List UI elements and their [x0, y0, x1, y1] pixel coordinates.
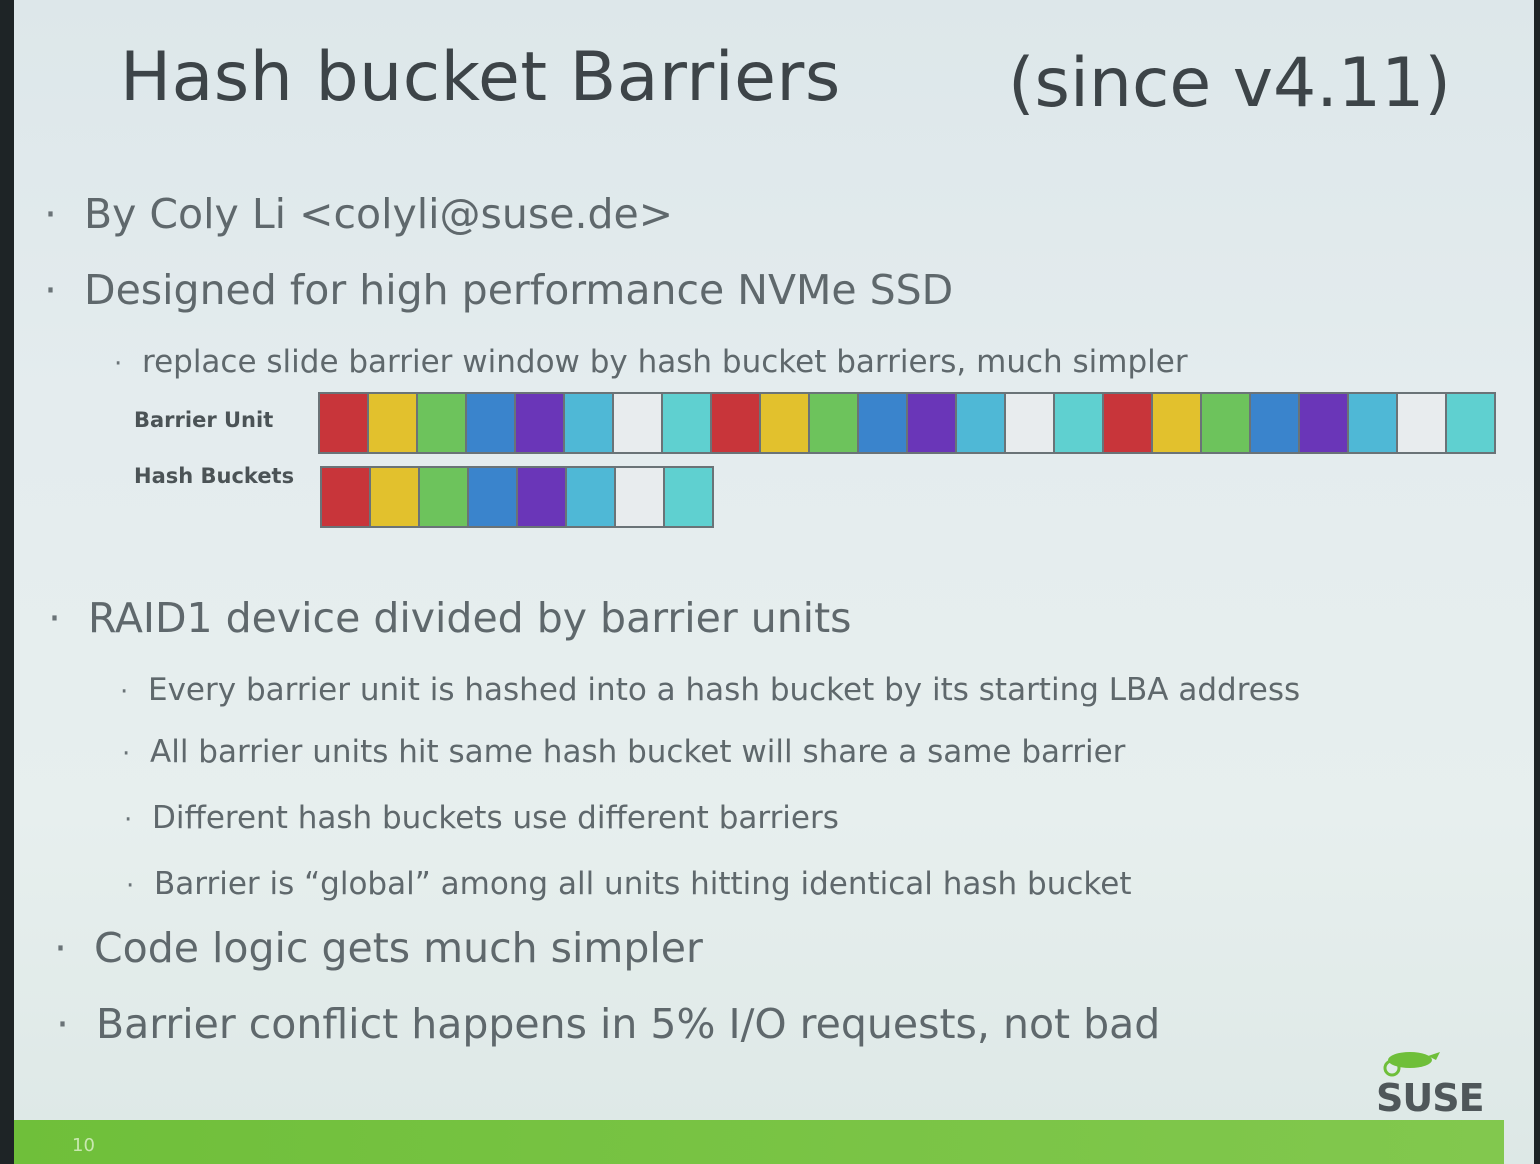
- bullet-text: All barrier units hit same hash bucket w…: [150, 734, 1126, 770]
- bullet-mark: ·: [114, 349, 123, 379]
- hash-bucket-cell: [567, 468, 614, 526]
- bullet-author: · By Coly Li <colyli@suse.de>: [44, 190, 673, 238]
- bullet-text: Designed for high performance NVMe SSD: [84, 266, 954, 314]
- bullet-mark: ·: [126, 871, 135, 901]
- bullet-mark: ·: [56, 1000, 70, 1048]
- bullet-different: · Different hash buckets use different ba…: [124, 800, 839, 836]
- bullet-text: replace slide barrier window by hash buc…: [142, 344, 1188, 380]
- barrier-unit-cell: [957, 394, 1004, 452]
- version-note: (since v4.11): [1008, 44, 1451, 123]
- bullet-mark: ·: [124, 805, 133, 835]
- barrier-unit-cell: [1447, 394, 1494, 452]
- bullet-hashed: · Every barrier unit is hashed into a has…: [120, 672, 1300, 708]
- barrier-unit-cell: [565, 394, 612, 452]
- bullet-text: Barrier is “global” among all units hitt…: [154, 866, 1132, 902]
- barrier-unit-cell: [1055, 394, 1102, 452]
- page-number: 10: [72, 1135, 95, 1156]
- bullet-mark: ·: [48, 594, 62, 642]
- barrier-unit-cell: [859, 394, 906, 452]
- bullet-replace: · replace slide barrier window by hash bu…: [114, 344, 1188, 380]
- bullet-mark: ·: [122, 739, 131, 769]
- barrier-unit-cell: [1349, 394, 1396, 452]
- hash-bucket-cell: [518, 468, 565, 526]
- bullet-mark: ·: [44, 190, 58, 238]
- bullet-text: RAID1 device divided by barrier units: [88, 594, 852, 642]
- barrier-unit-cell: [614, 394, 661, 452]
- hash-bucket-row: [320, 466, 714, 528]
- barrier-unit-row: [318, 392, 1496, 454]
- bullet-text: By Coly Li <colyli@suse.de>: [84, 190, 674, 238]
- bullet-text: Different hash buckets use different bar…: [152, 800, 839, 836]
- footer-bar: [14, 1120, 1504, 1164]
- bullet-share: · All barrier units hit same hash bucket …: [122, 734, 1125, 770]
- barrier-unit-cell: [908, 394, 955, 452]
- barrier-unit-cell: [1398, 394, 1445, 452]
- barrier-unit-cell: [1251, 394, 1298, 452]
- hash-buckets-label: Hash Buckets: [134, 464, 295, 488]
- barrier-unit-cell: [467, 394, 514, 452]
- barrier-unit-cell: [1300, 394, 1347, 452]
- bullet-raid1: · RAID1 device divided by barrier units: [48, 594, 852, 642]
- hash-bucket-cell: [469, 468, 516, 526]
- bullet-code-logic: · Code logic gets much simpler: [54, 924, 703, 972]
- bullet-text: Every barrier unit is hashed into a hash…: [148, 672, 1301, 708]
- bullet-mark: ·: [44, 266, 58, 314]
- hash-bucket-cell: [420, 468, 467, 526]
- bullet-conflict: · Barrier conflict happens in 5% I/O requ…: [56, 1000, 1160, 1048]
- barrier-unit-cell: [418, 394, 465, 452]
- bullet-mark: ·: [54, 924, 68, 972]
- hash-bucket-cell: [616, 468, 663, 526]
- hash-bucket-cell: [322, 468, 369, 526]
- hash-bucket-cell: [665, 468, 712, 526]
- barrier-unit-cell: [320, 394, 367, 452]
- bullet-global: · Barrier is “global” among all units hit…: [126, 866, 1132, 902]
- slide-title: Hash bucket Barriers: [120, 38, 841, 117]
- barrier-unit-cell: [1202, 394, 1249, 452]
- bullet-text: Barrier conflict happens in 5% I/O reque…: [96, 1000, 1161, 1048]
- barrier-unit-label: Barrier Unit: [134, 408, 274, 432]
- barrier-unit-cell: [712, 394, 759, 452]
- barrier-unit-cell: [810, 394, 857, 452]
- bullet-text: Code logic gets much simpler: [94, 924, 703, 972]
- barrier-unit-cell: [516, 394, 563, 452]
- barrier-unit-cell: [369, 394, 416, 452]
- barrier-unit-cell: [761, 394, 808, 452]
- barrier-unit-cell: [663, 394, 710, 452]
- bullet-mark: ·: [120, 677, 129, 707]
- barrier-unit-cell: [1104, 394, 1151, 452]
- barrier-unit-cell: [1006, 394, 1053, 452]
- barrier-unit-cell: [1153, 394, 1200, 452]
- slide: Hash bucket Barriers (since v4.11) · By C…: [14, 0, 1534, 1164]
- hash-bucket-cell: [371, 468, 418, 526]
- bullet-designed: · Designed for high performance NVMe SSD: [44, 266, 953, 314]
- suse-logo: SUSE: [1376, 1076, 1485, 1120]
